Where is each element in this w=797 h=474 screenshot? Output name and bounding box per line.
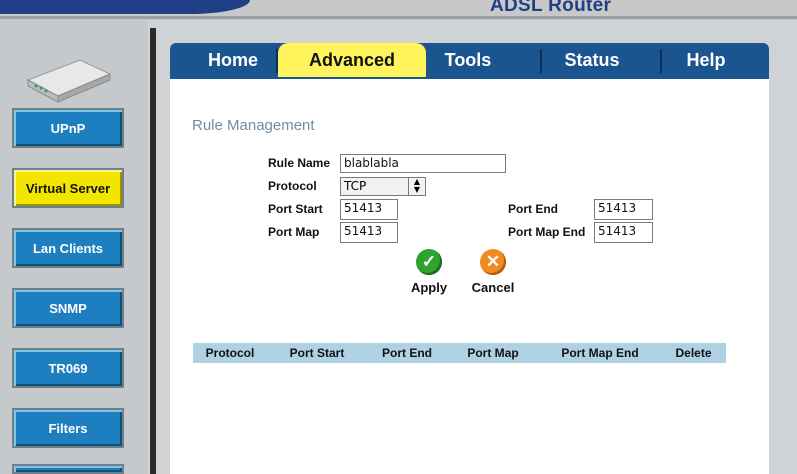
protocol-selected: TCP xyxy=(344,179,367,193)
cancel-button[interactable]: ✕ Cancel xyxy=(468,249,518,295)
rule-panel: Rule Management Rule Name blablabla Prot… xyxy=(170,77,769,474)
port-map-label: Port Map xyxy=(268,225,320,239)
port-start-label: Port Start xyxy=(268,202,323,216)
tab-advanced[interactable]: Advanced xyxy=(278,43,426,77)
sidebar-item-upnp[interactable]: UPnP xyxy=(12,108,124,148)
brand-swoosh xyxy=(0,0,250,14)
col-protocol: Protocol xyxy=(205,346,255,360)
col-delete: Delete xyxy=(675,346,712,360)
apply-button[interactable]: ✓ Apply xyxy=(404,249,454,295)
col-port-end: Port End xyxy=(382,346,432,360)
port-start-input[interactable]: 51413 xyxy=(340,199,398,220)
page-title: Rule Management xyxy=(192,117,315,134)
tab-status[interactable]: Status xyxy=(542,43,642,77)
port-end-input[interactable]: 51413 xyxy=(594,199,653,220)
tab-home[interactable]: Home xyxy=(190,43,276,77)
port-map-input[interactable]: 51413 xyxy=(340,222,398,243)
rule-name-input[interactable]: blablabla xyxy=(340,154,506,173)
sidebar-item-more[interactable] xyxy=(12,464,124,474)
col-port-map: Port Map xyxy=(467,346,519,360)
protocol-select[interactable]: TCP ▲ ▼ xyxy=(340,177,426,196)
rules-table-header: Protocol Port Start Port End Port Map Po… xyxy=(193,343,726,363)
rule-name-label: Rule Name xyxy=(268,156,331,170)
select-arrows-icon: ▲ ▼ xyxy=(408,178,425,195)
apply-label: Apply xyxy=(410,280,448,295)
top-banner: ADSL Router xyxy=(0,0,797,20)
port-map-end-label: Port Map End xyxy=(508,225,586,239)
sidebar-item-snmp[interactable]: SNMP xyxy=(12,288,124,328)
port-end-label: Port End xyxy=(508,202,558,216)
banner-divider xyxy=(0,16,797,19)
main-content: Home Advanced Tools Status Help Rule Man… xyxy=(170,43,769,474)
tab-bar: Home Advanced Tools Status Help xyxy=(170,43,769,77)
sidebar-item-tr069[interactable]: TR069 xyxy=(12,348,124,388)
checkmark-icon: ✓ xyxy=(416,249,442,275)
product-title: ADSL Router xyxy=(490,0,612,16)
sidebar-item-virtual-server[interactable]: Virtual Server xyxy=(12,168,124,208)
sidebar: UPnP Virtual Server Lan Clients SNMP TR0… xyxy=(0,20,148,474)
sidebar-divider xyxy=(150,28,156,474)
sidebar-item-filters[interactable]: Filters xyxy=(12,408,124,448)
col-port-start: Port Start xyxy=(289,346,345,360)
port-map-end-input[interactable]: 51413 xyxy=(594,222,653,243)
col-port-map-end: Port Map End xyxy=(561,346,639,360)
close-icon: ✕ xyxy=(480,249,506,275)
sidebar-item-lan-clients[interactable]: Lan Clients xyxy=(12,228,124,268)
tab-tools[interactable]: Tools xyxy=(428,43,508,77)
cancel-label: Cancel xyxy=(471,280,515,295)
tab-help[interactable]: Help xyxy=(662,43,750,77)
router-device-icon xyxy=(26,59,112,103)
protocol-label: Protocol xyxy=(268,179,317,193)
